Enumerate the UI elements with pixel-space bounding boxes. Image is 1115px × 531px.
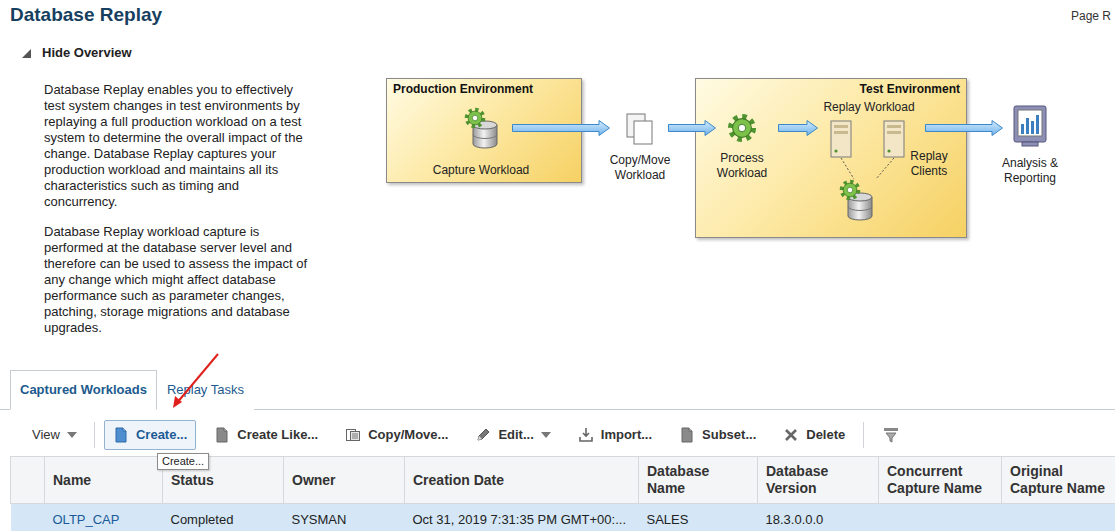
pencil-icon [475, 427, 491, 443]
delete-button[interactable]: Delete [774, 420, 854, 450]
copy-icon [345, 427, 361, 443]
overview-paragraph: Database Replay enables you to effective… [44, 82, 316, 210]
page-refreshed-text: Page R [1071, 9, 1111, 23]
page-header: Database Replay Page R [0, 0, 1115, 27]
column-filter-icon[interactable] [882, 426, 900, 444]
tooltip: Create... [157, 453, 209, 470]
report-chart-icon [1012, 104, 1048, 148]
collapse-triangle-icon[interactable] [22, 49, 31, 58]
replay-diagram: Production Environment Test Environment Ca… [386, 75, 1066, 245]
red-pointer-arrow-icon [160, 348, 230, 418]
import-button[interactable]: Import... [569, 420, 661, 450]
capture-workload-step: Capture Workload [416, 107, 546, 178]
analysis-reporting-step: Analysis & Reporting [990, 104, 1070, 186]
overview-toggle[interactable]: Hide Overview [22, 45, 1115, 61]
copy-move-button[interactable]: Copy/Move... [336, 420, 457, 450]
column-header[interactable]: Name [45, 457, 163, 504]
tab-strip: Captured WorkloadsReplay Tasks [0, 370, 1115, 410]
flow-arrow-icon [512, 120, 610, 136]
column-header[interactable]: Original Capture Name [1002, 457, 1115, 504]
gear-icon [726, 112, 758, 144]
toolbar-separator [94, 422, 95, 448]
copy-workload-step: Copy/Move Workload [600, 112, 680, 183]
subset-button[interactable]: Subset... [670, 420, 765, 450]
table-cell: SYSMAN [284, 504, 405, 531]
column-header[interactable]: Concurrent Capture Name [879, 457, 1002, 504]
table-cell: Completed [163, 504, 284, 531]
document-icon [679, 427, 695, 443]
column-header[interactable]: Owner [284, 457, 405, 504]
page-title: Database Replay [10, 3, 162, 27]
workload-link[interactable]: OLTP_CAP [53, 512, 120, 527]
column-header[interactable]: Creation Date [405, 457, 639, 504]
selector-header [11, 457, 45, 504]
toolbar-separator [863, 422, 864, 448]
table-cell: 18.3.0.0.0 [758, 504, 879, 531]
documents-icon [624, 112, 656, 146]
tab[interactable]: Captured Workloads [10, 370, 157, 410]
document-icon [214, 427, 230, 443]
column-header[interactable]: Database Version [758, 457, 879, 504]
overview-body: Database Replay enables you to effective… [0, 75, 1115, 350]
table-cell [879, 504, 1002, 531]
replay-clients-label: Replay Clients [899, 149, 959, 179]
gear-database-icon [836, 179, 876, 221]
edit-button[interactable]: Edit... [466, 420, 559, 450]
new-document-icon [113, 427, 129, 443]
tab[interactable]: Replay Tasks [157, 370, 254, 410]
server-icon [830, 120, 852, 158]
delete-x-icon [783, 427, 799, 443]
database-replay-page: Database Replay Page R Hide Overview Databa… [0, 0, 1115, 531]
toolbar: View Create...Create... Create Like... Copy… [0, 410, 1115, 456]
import-icon [578, 427, 594, 443]
overview-paragraph: Database Replay workload capture is perf… [44, 224, 316, 336]
replay-workload-label: Replay Workload [809, 100, 929, 115]
environment-title: Test Environment [696, 79, 966, 100]
table-cell [1002, 504, 1115, 531]
create-button[interactable]: Create...Create... [104, 420, 196, 450]
table-cell: Oct 31, 2019 7:31:35 PM GMT+00:... [405, 504, 639, 531]
environment-title: Production Environment [387, 79, 581, 100]
view-menu[interactable]: View [22, 421, 85, 449]
gear-database-icon [461, 107, 501, 149]
column-header[interactable]: Database Name [639, 457, 758, 504]
table-cell: OLTP_CAP [45, 504, 163, 531]
dropdown-caret-icon[interactable] [541, 432, 551, 438]
connector-lines-icon [826, 157, 906, 181]
overview-text: Database Replay enables you to effective… [44, 75, 316, 350]
table-row[interactable]: OLTP_CAP CompletedSYSMANOct 31, 2019 7:31… [11, 504, 1115, 531]
server-icon [883, 120, 905, 158]
dropdown-caret-icon[interactable] [67, 432, 77, 438]
selector-cell[interactable] [11, 504, 45, 531]
flow-arrow-icon [778, 120, 818, 136]
columns-button[interactable] [873, 419, 909, 451]
flow-arrow-icon [925, 120, 1003, 136]
flow-arrow-icon [668, 120, 716, 136]
table-cell: SALES [639, 504, 758, 531]
process-workload-step: Process Workload [702, 112, 782, 181]
create-like-button[interactable]: Create Like... [205, 420, 327, 450]
